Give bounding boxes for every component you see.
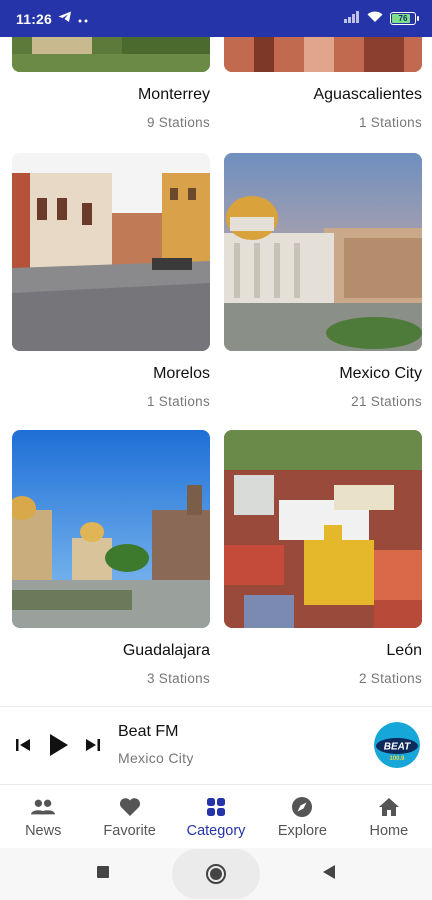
people-icon (31, 795, 56, 819)
nav-label: Explore (277, 822, 327, 839)
status-time: 11:26 (16, 10, 53, 27)
nav-favorite[interactable]: Favorite (86, 785, 172, 848)
city-image (224, 37, 422, 72)
city-name: Guadalajara (122, 642, 210, 659)
city-name: Monterrey (137, 86, 210, 103)
city-name: Mexico City (339, 365, 422, 382)
city-image (12, 153, 210, 351)
city-card-leon[interactable]: León 2 Stations (224, 430, 422, 686)
telegram-icon (58, 10, 72, 28)
city-image (224, 430, 422, 628)
nav-label: Favorite (103, 822, 156, 839)
city-card-aguascalientes[interactable]: Aguascalientes 1 Stations (224, 37, 422, 130)
station-count: 3 Stations (146, 671, 210, 686)
more-dots-icon (78, 10, 88, 28)
station-count: 9 Stations (146, 115, 210, 130)
nav-explore[interactable]: Explore (259, 785, 345, 848)
city-name: León (386, 642, 422, 659)
back-triangle-icon[interactable] (322, 864, 336, 885)
nav-label: News (25, 822, 62, 839)
system-navigation-bar (0, 848, 432, 900)
station-count: 21 Stations (351, 394, 422, 409)
city-image (12, 430, 210, 628)
nav-home[interactable]: Home (346, 785, 432, 848)
skip-next-icon[interactable] (84, 737, 102, 753)
heart-icon (118, 795, 142, 819)
bottom-navigation: News Favorite Category Explore Home (0, 784, 432, 848)
player-station-name: Beat FM (118, 723, 179, 740)
station-count: 1 Stations (146, 394, 210, 409)
station-count: 1 Stations (358, 115, 422, 130)
city-image (224, 153, 422, 351)
nav-label: Category (186, 822, 246, 839)
mini-player[interactable]: Beat FM Mexico City BEAT 100.9 (0, 706, 432, 782)
home-icon (377, 795, 401, 819)
player-station-city: Mexico City (118, 750, 194, 766)
city-name: Morelos (153, 365, 210, 382)
city-image (12, 37, 210, 72)
city-name: Aguascalientes (313, 86, 422, 103)
compass-icon (290, 795, 314, 819)
nav-news[interactable]: News (0, 785, 86, 848)
station-count: 2 Stations (358, 671, 422, 686)
nav-category[interactable]: Category (173, 785, 259, 848)
battery-level: 76 (398, 14, 408, 23)
battery-icon: 76 (390, 12, 419, 25)
city-grid: Monterrey 9 Stations Aguascalientes 1 St… (0, 37, 432, 705)
city-card-mexico-city[interactable]: Mexico City 21 Stations (224, 153, 422, 409)
station-logo: BEAT 100.9 (374, 721, 420, 768)
wifi-icon (367, 10, 383, 28)
grid-icon (204, 795, 228, 819)
svg-text:100.9: 100.9 (389, 756, 405, 762)
status-bar: 11:26 76 (0, 0, 432, 37)
signal-icon (344, 10, 360, 28)
skip-previous-icon[interactable] (14, 737, 32, 753)
city-card-morelos[interactable]: Morelos 1 Stations (12, 153, 210, 409)
recents-square-icon[interactable] (96, 865, 110, 884)
city-card-guadalajara[interactable]: Guadalajara 3 Stations (12, 430, 210, 686)
nav-label: Home (369, 822, 409, 839)
home-button[interactable] (172, 849, 260, 899)
svg-text:BEAT: BEAT (384, 741, 411, 752)
play-icon[interactable] (46, 732, 70, 758)
city-card-monterrey[interactable]: Monterrey 9 Stations (12, 37, 210, 130)
